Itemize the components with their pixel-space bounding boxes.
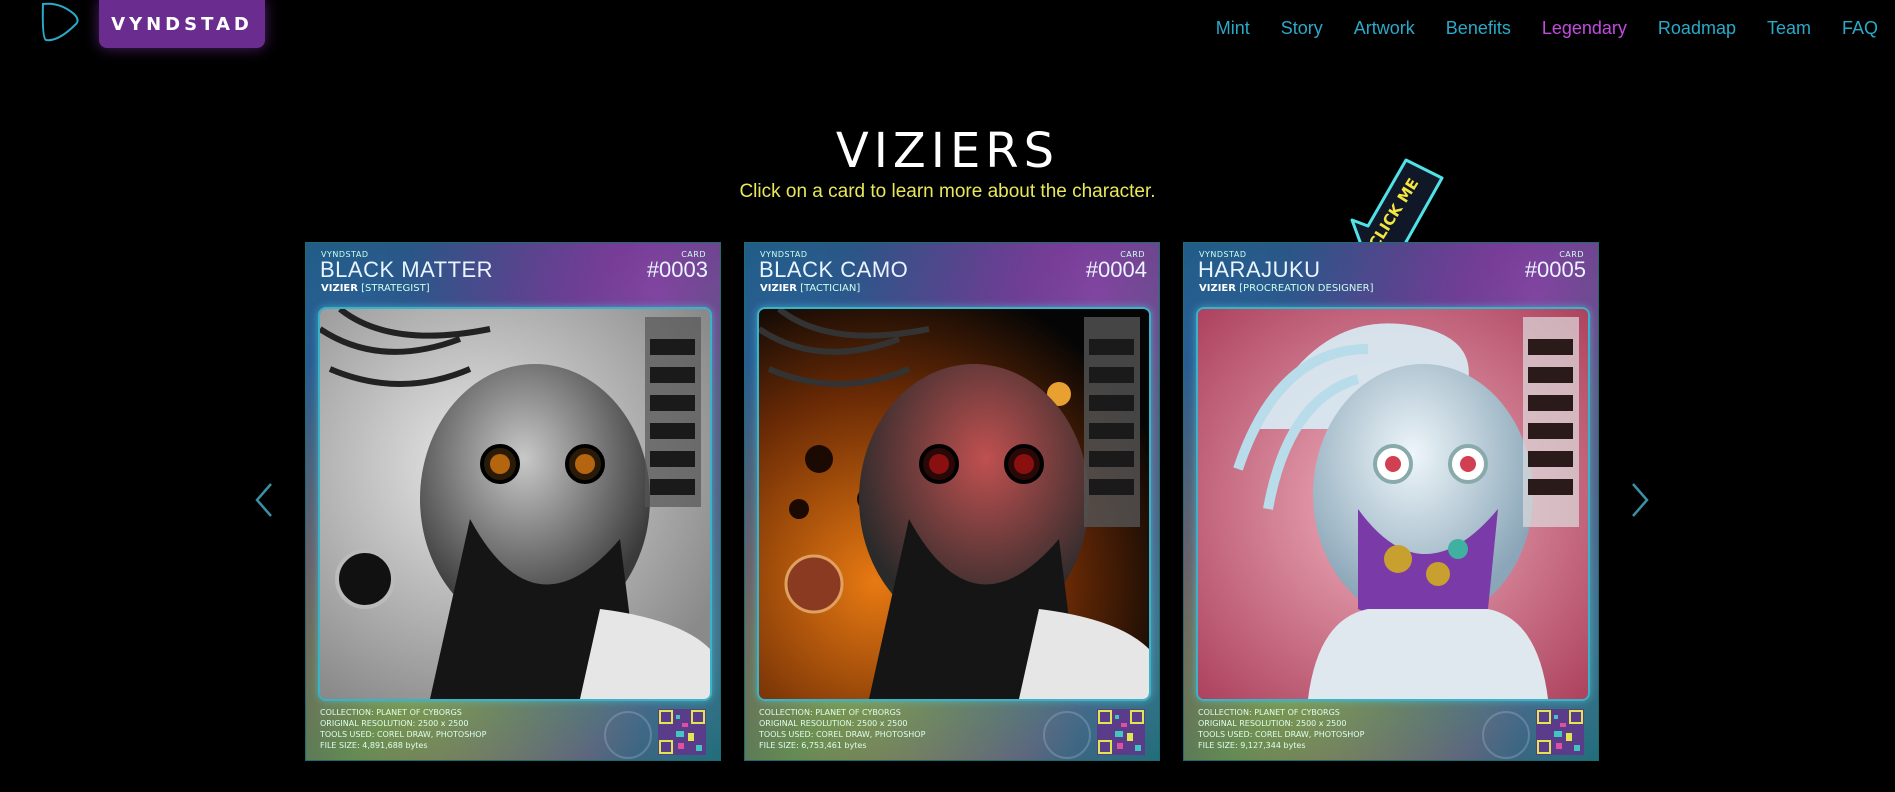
section-title: VIZIERS [835, 123, 1060, 179]
card-number: #0003 [646, 257, 708, 282]
card-role: VIZIER [STRATEGIST] [321, 283, 430, 294]
nav-team[interactable]: Team [1767, 16, 1811, 40]
card-artwork [318, 307, 712, 701]
card-black-matter[interactable]: VYNDSTAD CARD BLACK MATTER #0003 VIZIER … [305, 242, 721, 761]
card-role-prefix: VIZIER [321, 283, 358, 294]
card-meta: COLLECTION: PLANET OF CYBORGS ORIGINAL R… [759, 707, 925, 751]
seal-icon [1482, 711, 1530, 759]
card-filesize: FILE SIZE: 9,127,344 bytes [1198, 741, 1306, 750]
card-filesize: FILE SIZE: 4,891,688 bytes [320, 741, 428, 750]
nav-roadmap[interactable]: Roadmap [1658, 16, 1736, 40]
nav-benefits[interactable]: Benefits [1446, 16, 1511, 40]
nav-artwork[interactable]: Artwork [1354, 16, 1415, 40]
seal-icon [604, 711, 652, 759]
card-name: BLACK CAMO [759, 257, 909, 282]
card-resolution: ORIGINAL RESOLUTION: 2500 x 2500 [759, 719, 908, 728]
card-role-value: [TACTICIAN] [800, 283, 861, 294]
card-meta: COLLECTION: PLANET OF CYBORGS ORIGINAL R… [1198, 707, 1364, 751]
qr-code-icon [1097, 709, 1145, 755]
card-collection: COLLECTION: PLANET OF CYBORGS [1198, 708, 1340, 717]
card-tools: TOOLS USED: COREL DRAW, PHOTOSHOP [759, 730, 926, 739]
card-artwork [757, 307, 1151, 701]
qr-code-icon [1536, 709, 1584, 755]
top-nav: Mint Story Artwork Benefits Legendary Ro… [1185, 16, 1878, 40]
carousel-prev-button[interactable] [249, 478, 279, 522]
card-role: VIZIER [PROCREATION DESIGNER] [1199, 283, 1374, 294]
card-tools: TOOLS USED: COREL DRAW, PHOTOSHOP [1198, 730, 1365, 739]
card-name: BLACK MATTER [320, 257, 494, 282]
card-role-value: [STRATEGIST] [361, 283, 430, 294]
card-role-value: [PROCREATION DESIGNER] [1239, 283, 1374, 294]
card-role: VIZIER [TACTICIAN] [760, 283, 860, 294]
qr-code-icon [658, 709, 706, 755]
card-resolution: ORIGINAL RESOLUTION: 2500 x 2500 [1198, 719, 1347, 728]
nav-story[interactable]: Story [1281, 16, 1323, 40]
seal-icon [1043, 711, 1091, 759]
card-collection: COLLECTION: PLANET OF CYBORGS [759, 708, 901, 717]
nav-legendary[interactable]: Legendary [1542, 16, 1627, 40]
nav-mint[interactable]: Mint [1216, 16, 1250, 40]
card-resolution: ORIGINAL RESOLUTION: 2500 x 2500 [320, 719, 469, 728]
card-meta: COLLECTION: PLANET OF CYBORGS ORIGINAL R… [320, 707, 486, 751]
card-harajuku[interactable]: VYNDSTAD CARD HARAJUKU #0005 VIZIER [PRO… [1183, 242, 1599, 761]
chevron-right-icon [1632, 483, 1649, 517]
card-number: #0005 [1524, 257, 1586, 282]
card-name: HARAJUKU [1198, 257, 1321, 282]
brand-logo[interactable]: VYNDSTAD [99, 0, 265, 48]
card-role-prefix: VIZIER [1199, 283, 1236, 294]
carousel-next-button[interactable] [1625, 478, 1655, 522]
card-number: #0004 [1085, 257, 1147, 282]
section-subtitle: Click on a card to learn more about the … [739, 181, 1156, 202]
card-black-camo[interactable]: VYNDSTAD CARD BLACK CAMO #0004 VIZIER [T… [744, 242, 1160, 761]
nav-faq[interactable]: FAQ [1842, 16, 1878, 40]
card-artwork [1196, 307, 1590, 701]
logo-mark-icon[interactable] [38, 0, 82, 44]
card-filesize: FILE SIZE: 6,753,461 bytes [759, 741, 867, 750]
card-role-prefix: VIZIER [760, 283, 797, 294]
chevron-left-icon [255, 483, 272, 517]
card-collection: COLLECTION: PLANET OF CYBORGS [320, 708, 462, 717]
card-tools: TOOLS USED: COREL DRAW, PHOTOSHOP [320, 730, 487, 739]
